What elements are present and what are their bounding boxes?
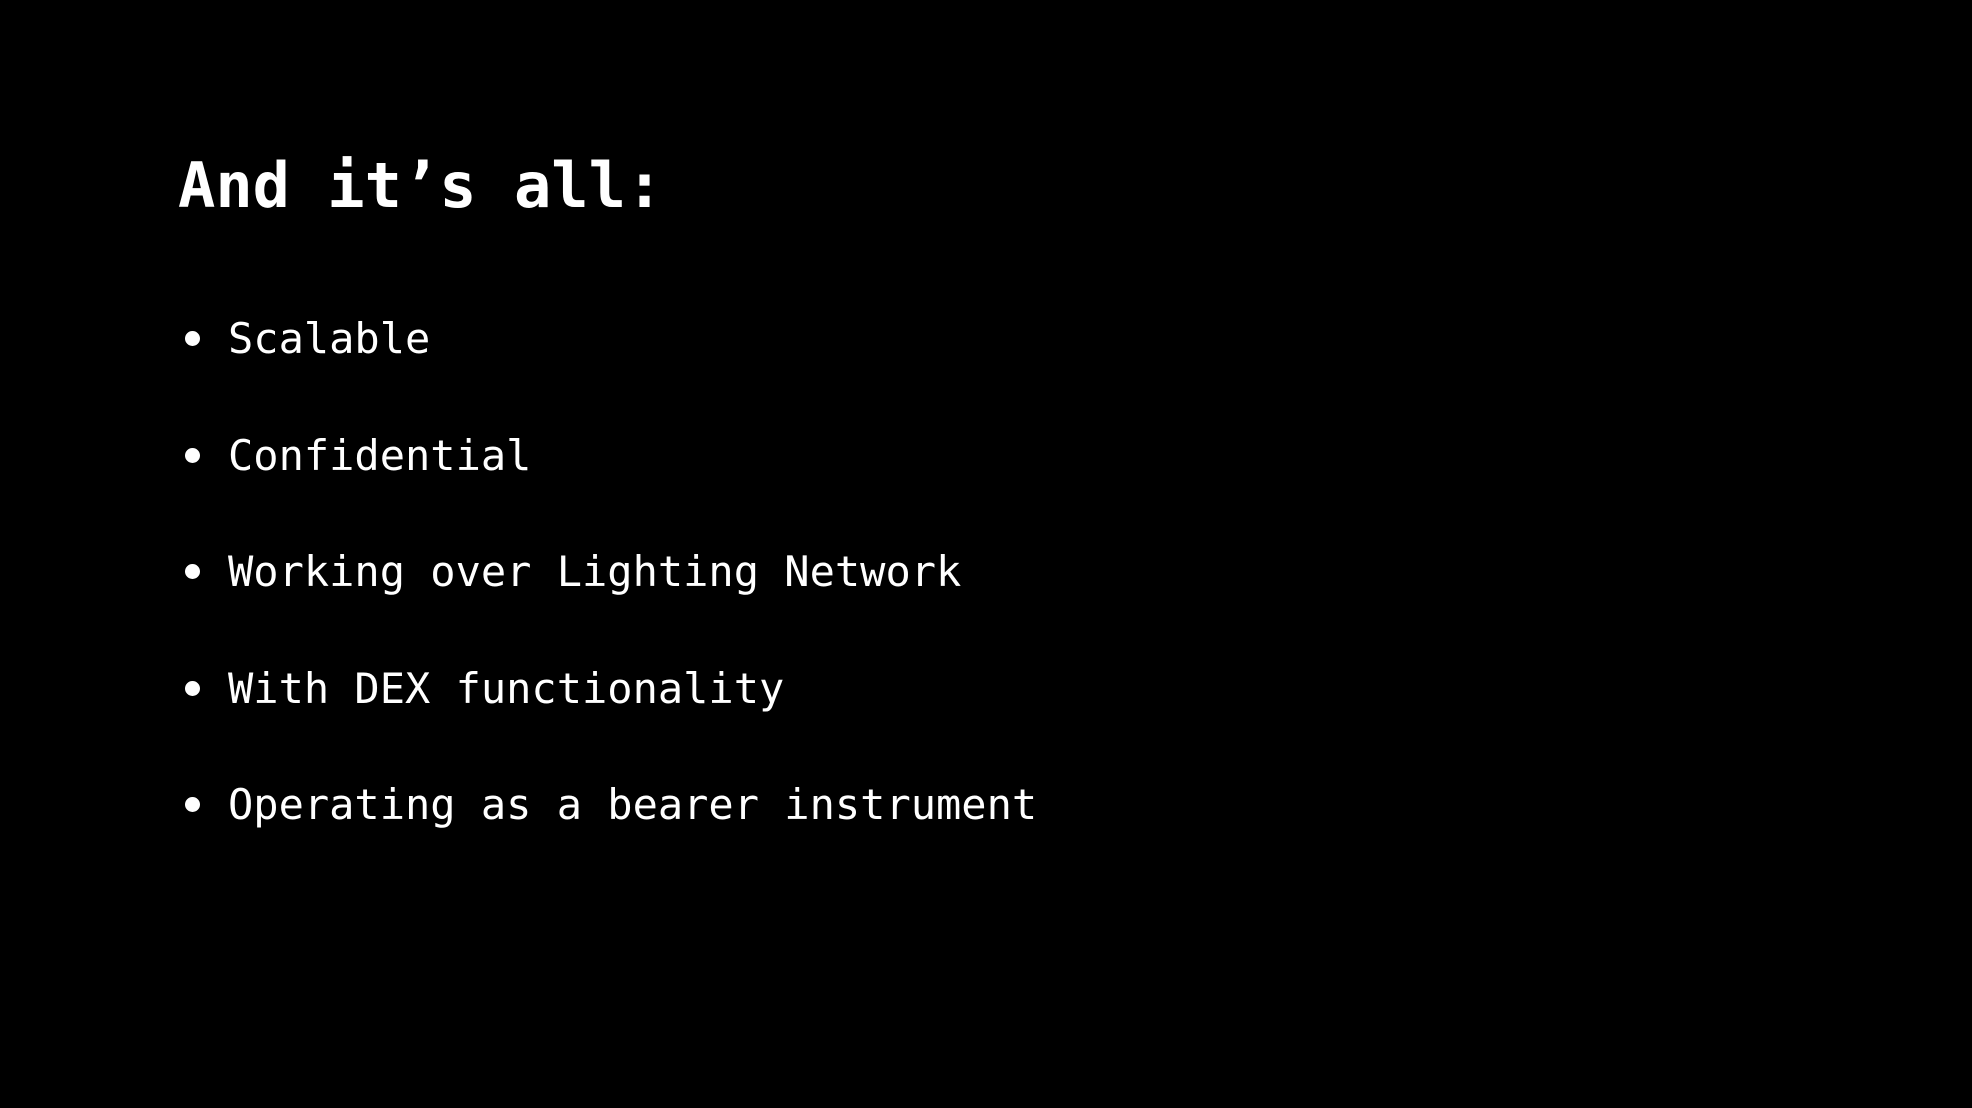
bullet-dot-icon [185, 564, 200, 579]
list-item: Operating as a bearer instrument [178, 777, 1037, 894]
list-item: With DEX functionality [178, 661, 1037, 778]
bullet-text: Scalable [228, 314, 431, 363]
list-item: Confidential [178, 428, 1037, 545]
list-item: Scalable [178, 311, 1037, 428]
bullet-dot-icon [185, 797, 200, 812]
bullet-text: Operating as a bearer instrument [228, 780, 1038, 829]
bullet-text: Working over Lighting Network [228, 547, 962, 596]
list-item: Working over Lighting Network [178, 544, 1037, 661]
bullet-text: Confidential [228, 430, 532, 480]
slide: And it’s all: Scalable Confidential Work… [0, 0, 1972, 1108]
bullet-text: With DEX functionality [228, 663, 785, 713]
bullet-dot-icon [185, 680, 200, 696]
bullet-dot-icon [185, 447, 200, 463]
bullet-list: Scalable Confidential Working over Light… [178, 311, 1037, 894]
slide-title: And it’s all: [178, 149, 664, 222]
bullet-dot-icon [185, 331, 200, 346]
